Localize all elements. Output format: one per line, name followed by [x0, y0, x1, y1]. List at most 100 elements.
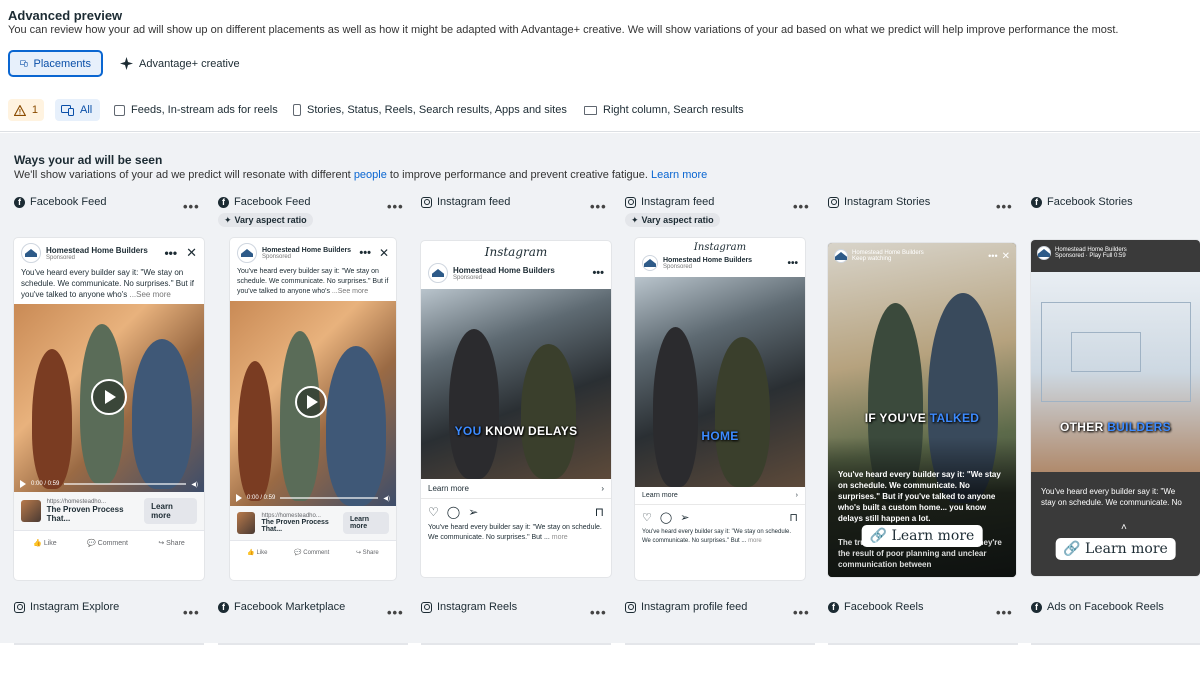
comment-button[interactable]: 💬 Comment: [294, 549, 329, 556]
play-small-icon[interactable]: [20, 480, 26, 488]
placement-header: Instagram feed: [625, 196, 714, 208]
play-icon[interactable]: [295, 386, 327, 418]
learn-more-button[interactable]: Learn more: [144, 498, 197, 524]
share-button[interactable]: ↪ Share: [356, 549, 379, 556]
facebook-icon: f: [218, 601, 229, 613]
link-preview[interactable]: https://homesteadho... The Proven Proces…: [14, 492, 204, 530]
advertiser-name: Homestead Home Builders: [453, 265, 555, 275]
like-button[interactable]: 👍 Like: [33, 539, 57, 547]
filter-feeds[interactable]: Feeds, In-stream ads for reels: [108, 99, 284, 121]
ad-video[interactable]: 0:00 / 0:59 ◀): [14, 304, 204, 492]
placement-header: Instagram profile feed: [625, 601, 747, 613]
instagram-icon: [625, 601, 636, 613]
more-options-icon[interactable]: •••: [793, 199, 810, 214]
play-icon[interactable]: [91, 379, 127, 415]
more-options-icon[interactable]: •••: [793, 605, 810, 620]
tab-placements[interactable]: Placements: [8, 50, 103, 77]
see-more-link[interactable]: ...See more: [332, 288, 368, 295]
send-icon[interactable]: ➢: [680, 511, 689, 524]
instagram-icon: [828, 196, 839, 208]
more-options-icon[interactable]: •••: [592, 267, 604, 279]
more-options-icon[interactable]: •••: [590, 605, 607, 620]
advanced-preview-header: Advanced preview You can review how your…: [0, 0, 1200, 132]
more-options-icon[interactable]: •••: [387, 605, 404, 620]
more-options-icon[interactable]: •••: [387, 199, 404, 214]
comment-icon[interactable]: ◯: [660, 511, 672, 524]
people-link[interactable]: people: [354, 169, 387, 181]
facebook-icon: f: [218, 196, 229, 208]
learn-more-link[interactable]: Learn more: [651, 169, 707, 181]
heart-icon[interactable]: ♡: [428, 505, 439, 519]
more-options-icon[interactable]: •••: [164, 246, 177, 260]
volume-icon[interactable]: ◀): [191, 481, 198, 488]
placements-preview-area: Ways your ad will be seen We'll show var…: [0, 133, 1200, 645]
more-options-icon[interactable]: •••: [183, 605, 200, 620]
share-button[interactable]: ↪ Share: [158, 539, 185, 547]
placement-header: f Facebook Reels: [828, 601, 924, 613]
learn-more-sticker[interactable]: 🔗 Learn more: [1055, 538, 1176, 560]
ad-preview-instagram-feed[interactable]: Instagram Homestead Home Builders Sponso…: [421, 241, 611, 577]
more-options-icon[interactable]: •••: [359, 247, 371, 259]
warnings-filter[interactable]: 1: [8, 99, 44, 121]
learn-more-bar[interactable]: Learn more ›: [421, 479, 611, 499]
monitor-icon: [584, 105, 597, 115]
play-small-icon[interactable]: [236, 494, 242, 502]
more-options-icon[interactable]: •••: [590, 199, 607, 214]
filter-right-column[interactable]: Right column, Search results: [578, 99, 750, 121]
placements-icon: [20, 60, 28, 67]
post-actions: 👍 Like 💬 Comment ↪ Share: [230, 540, 396, 564]
filter-stories[interactable]: Stories, Status, Reels, Search results, …: [287, 99, 573, 121]
tab-advantage-label: Advantage+ creative: [139, 57, 240, 70]
link-thumbnail: [21, 500, 41, 522]
ad-preview-facebook-feed[interactable]: Homestead Home Builders Sponsored ••• ✕ …: [14, 238, 204, 580]
more-options-icon[interactable]: •••: [183, 199, 200, 214]
placement-header: Instagram Reels: [421, 601, 517, 613]
filter-feeds-label: Feeds, In-stream ads for reels: [131, 104, 278, 116]
heart-icon[interactable]: ♡: [642, 511, 652, 524]
video-controls[interactable]: 0:00 / 0:59 ◀): [230, 490, 396, 506]
more-options-icon[interactable]: •••: [787, 258, 798, 269]
close-icon[interactable]: ✕: [186, 245, 197, 261]
ad-preview-facebook-stories[interactable]: Homestead Home Builders Sponsored · Play …: [1031, 240, 1200, 576]
ad-video[interactable]: 0:00 / 0:59 ◀): [230, 301, 396, 506]
ad-image[interactable]: YOU KNOW DELAYS: [421, 289, 611, 479]
learn-more-bar[interactable]: Learn more ›: [635, 487, 805, 505]
filter-all-label: All: [80, 104, 93, 116]
more-options-icon[interactable]: •••: [996, 605, 1013, 620]
card-placeholder: [625, 643, 815, 645]
send-icon[interactable]: ➢: [468, 505, 478, 519]
devices-icon: [61, 104, 74, 116]
advertiser-logo: [21, 243, 41, 263]
close-icon[interactable]: ✕: [1002, 251, 1010, 262]
link-icon: 🔗: [1063, 541, 1081, 557]
story-header: Homestead Home Builders Sponsored · Play …: [1037, 246, 1194, 260]
like-button[interactable]: 👍 Like: [247, 549, 267, 556]
ad-image[interactable]: HOME: [635, 277, 805, 487]
video-progress-track[interactable]: [64, 483, 187, 485]
bookmark-icon[interactable]: ⊓: [789, 511, 798, 524]
link-preview[interactable]: https://homesteadho... The Proven Proces…: [230, 506, 396, 540]
ad-preview-instagram-stories[interactable]: Homestead Home Builders Keep watching •••…: [828, 243, 1016, 577]
ad-preview-facebook-feed-vary[interactable]: Homestead Home Builders Sponsored ••• ✕ …: [230, 238, 396, 580]
warning-count: 1: [31, 104, 38, 116]
learn-more-button[interactable]: Learn more: [342, 512, 390, 534]
placement-header: f Facebook Stories: [1031, 196, 1133, 208]
volume-icon[interactable]: ◀): [383, 495, 390, 502]
filter-all[interactable]: All: [55, 99, 100, 121]
placement-header: f Facebook Marketplace: [218, 601, 345, 613]
page-subtitle: You can review how your ad will show up …: [8, 24, 1119, 36]
more-options-icon[interactable]: •••: [988, 251, 997, 261]
filter-stories-label: Stories, Status, Reels, Search results, …: [307, 104, 567, 116]
ad-preview-instagram-feed-vary[interactable]: Instagram Homestead Home Builders Sponso…: [635, 238, 805, 580]
close-icon[interactable]: ✕: [379, 246, 389, 260]
video-progress-track[interactable]: [280, 497, 379, 499]
tab-advantage-creative[interactable]: Advantage+ creative: [110, 50, 250, 77]
ways-subtitle: We'll show variations of your ad we pred…: [14, 169, 708, 181]
see-more-link[interactable]: ...See more: [129, 290, 170, 299]
more-options-icon[interactable]: •••: [996, 199, 1013, 214]
comment-button[interactable]: 💬 Comment: [87, 539, 128, 547]
video-controls[interactable]: 0:00 / 0:59 ◀): [14, 476, 204, 492]
bookmark-icon[interactable]: ⊓: [595, 505, 604, 519]
comment-icon[interactable]: ◯: [447, 505, 460, 519]
facebook-icon: f: [1031, 601, 1042, 613]
